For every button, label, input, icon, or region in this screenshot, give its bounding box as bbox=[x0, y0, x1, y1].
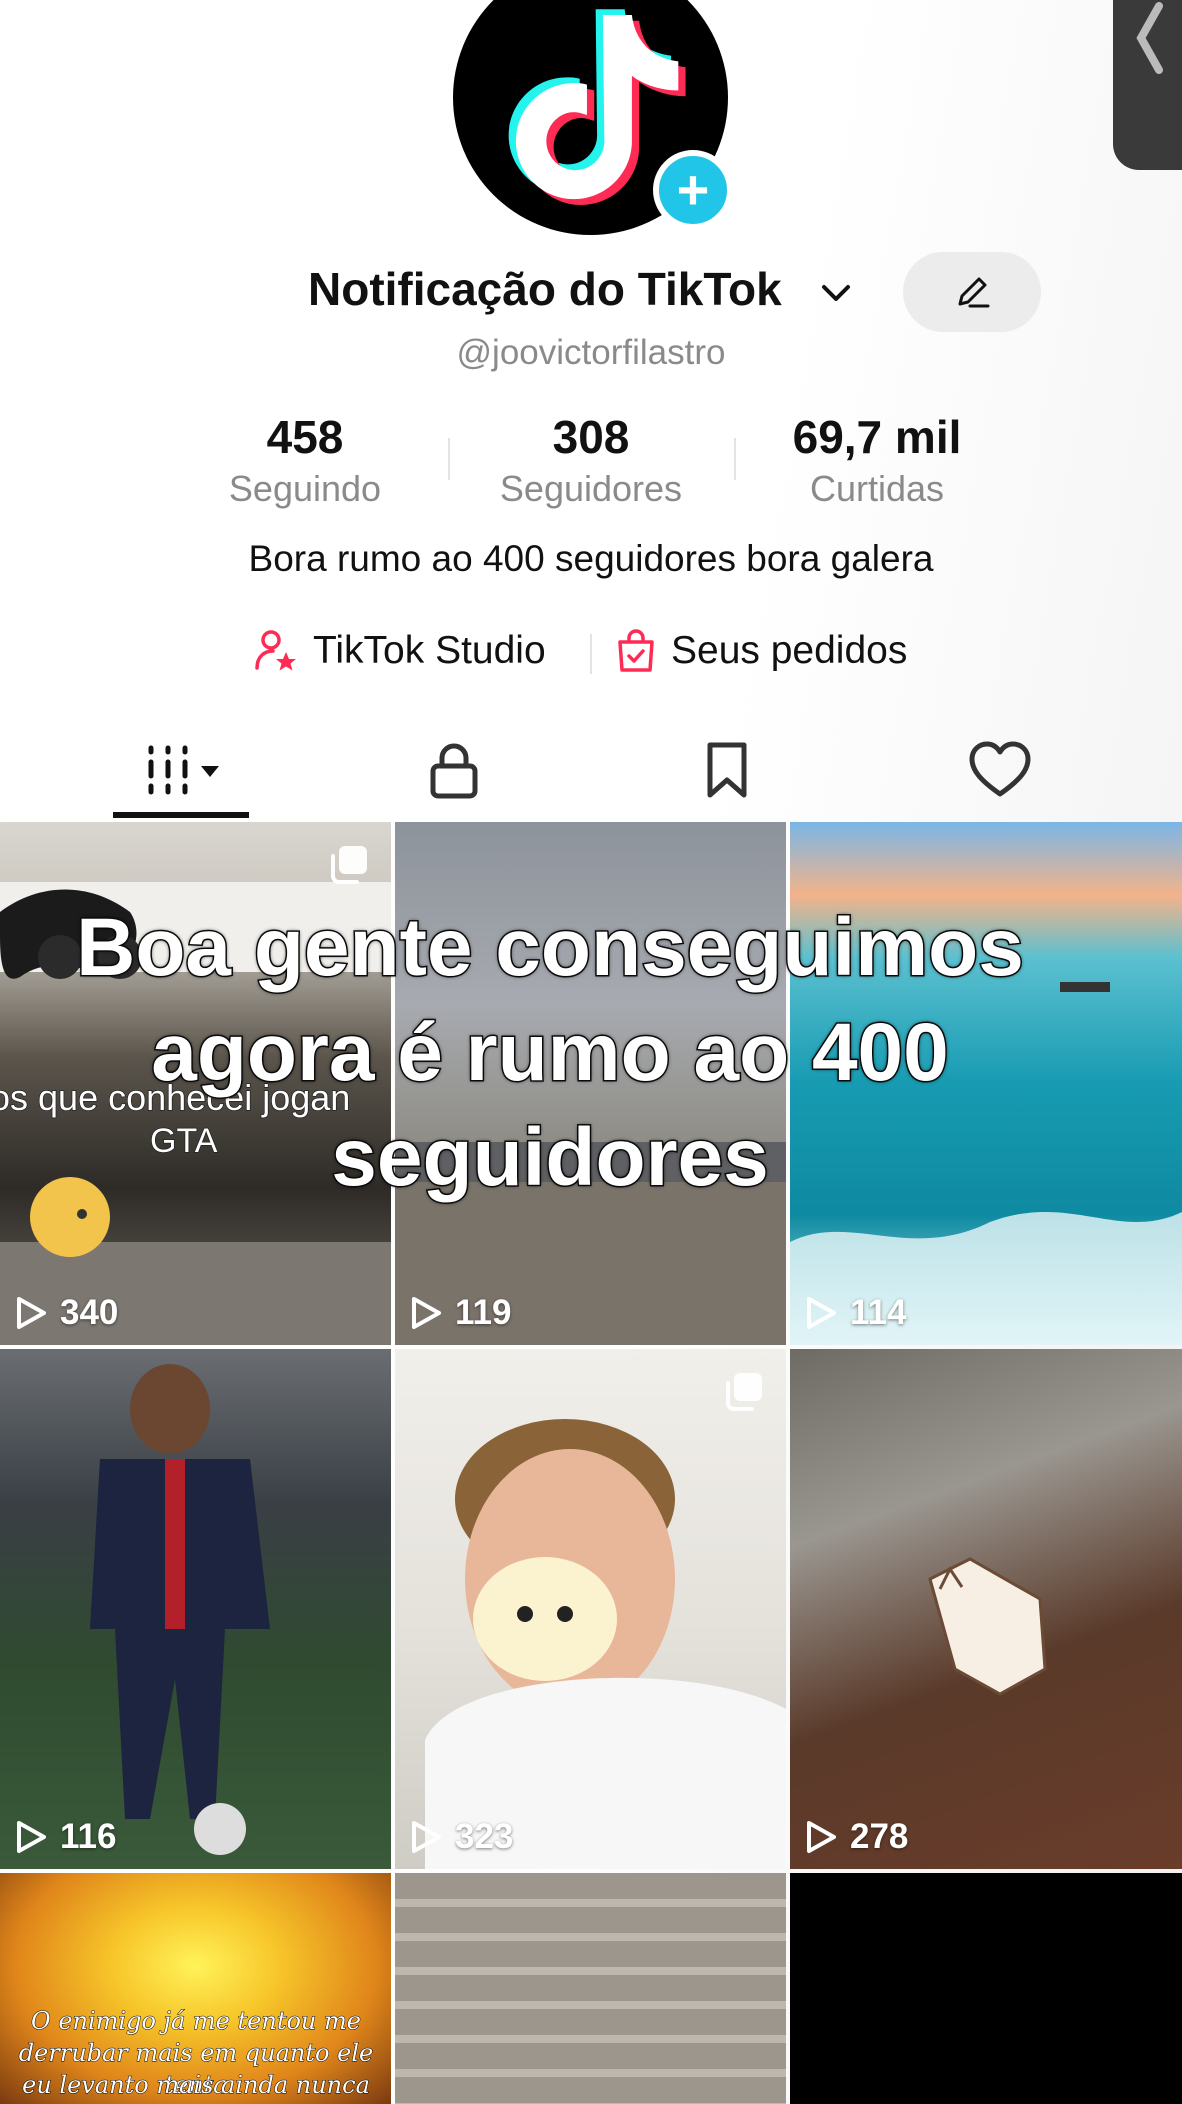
stat-likes[interactable]: 69,7 mil Curtidas bbox=[727, 410, 1027, 510]
play-icon bbox=[17, 1821, 46, 1853]
add-photo-button[interactable]: + bbox=[653, 150, 733, 230]
chevron-down-icon[interactable] bbox=[820, 277, 852, 309]
view-count-value: 119 bbox=[455, 1293, 512, 1332]
stat-following[interactable]: 458 Seguindo bbox=[155, 410, 455, 510]
view-count-value: 114 bbox=[850, 1293, 907, 1332]
tab-liked[interactable] bbox=[910, 730, 1090, 810]
multi-photo-icon bbox=[331, 846, 367, 884]
play-icon bbox=[17, 1297, 46, 1329]
video-thumbnail[interactable]: O enimigo já me tentou me derrubar mais … bbox=[0, 1873, 391, 2104]
selfie-photo-icon bbox=[425, 1419, 786, 1869]
play-icon bbox=[412, 1821, 441, 1853]
play-icon bbox=[807, 1297, 836, 1329]
edit-profile-button[interactable] bbox=[903, 252, 1041, 332]
video-thumbnail[interactable]: 278 bbox=[790, 1349, 1182, 1869]
tiktok-studio-link[interactable]: TikTok Studio bbox=[253, 628, 546, 674]
video-thumbnail[interactable]: 323 bbox=[395, 1349, 786, 1869]
view-count-value: 278 bbox=[850, 1817, 909, 1856]
view-count: 323 bbox=[409, 1817, 513, 1857]
stat-following-label: Seguindo bbox=[228, 468, 382, 509]
stat-following-value: 458 bbox=[266, 411, 344, 463]
profile-tabs bbox=[0, 730, 1182, 820]
video-thumbnail[interactable] bbox=[790, 1873, 1182, 2104]
video-thumbnail[interactable] bbox=[395, 1873, 786, 2104]
stat-followers-label: Seguidores bbox=[499, 468, 683, 509]
play-icon bbox=[412, 1297, 441, 1329]
bookmark-icon bbox=[707, 742, 747, 798]
view-count-value: 116 bbox=[60, 1817, 117, 1856]
stat-likes-value: 69,7 mil bbox=[792, 411, 962, 463]
overlay-caption-line: agora é rumo ao 400 bbox=[150, 1006, 951, 1100]
view-count: 114 bbox=[804, 1293, 906, 1333]
lock-icon bbox=[430, 743, 478, 799]
stat-followers-value: 308 bbox=[552, 411, 630, 463]
profile-bio: Bora rumo ao 400 seguidores bora galera bbox=[248, 538, 934, 579]
overlay-caption: Boa gente conseguimos agora é rumo ao 40… bbox=[0, 895, 1100, 1210]
stat-followers[interactable]: 308 Seguidores bbox=[441, 410, 741, 510]
profile-name[interactable]: Notificação do TikTok bbox=[308, 262, 782, 316]
overlay-caption-line: Boa gente conseguimos bbox=[75, 901, 1026, 995]
view-count: 340 bbox=[14, 1293, 118, 1333]
video-overlay-text: eu levanto mais ainda nunca bbox=[22, 2071, 371, 2100]
video-overlay-text: O enimigo já me tentou me bbox=[31, 2007, 362, 2036]
tab-videos[interactable] bbox=[91, 730, 271, 810]
stat-likes-label: Curtidas bbox=[809, 468, 945, 509]
profile-handle: @joovictorfilastro bbox=[456, 333, 726, 372]
video-thumbnail[interactable]: 116 bbox=[0, 1349, 391, 1869]
heart-icon bbox=[969, 741, 1031, 797]
pencil-icon bbox=[958, 277, 990, 308]
tab-private[interactable] bbox=[364, 730, 544, 810]
shopping-bag-icon bbox=[618, 629, 654, 672]
overlay-caption-line: seguidores bbox=[330, 1111, 770, 1205]
orders-label: Seus pedidos bbox=[671, 629, 908, 672]
videos-grid-icon bbox=[148, 745, 219, 795]
orders-link[interactable]: Seus pedidos bbox=[615, 628, 907, 674]
soccer-player-icon bbox=[90, 1364, 270, 1855]
play-icon bbox=[807, 1821, 836, 1853]
view-count: 278 bbox=[804, 1817, 908, 1857]
view-count: 116 bbox=[14, 1817, 116, 1857]
view-count: 119 bbox=[409, 1293, 511, 1333]
chevron-left-icon bbox=[1136, 2, 1163, 74]
links-divider bbox=[590, 634, 592, 674]
creator-star-icon bbox=[255, 630, 296, 671]
cat-sticker-icon bbox=[928, 1557, 1047, 1696]
view-count-value: 323 bbox=[455, 1817, 514, 1856]
active-tab-indicator bbox=[113, 812, 249, 818]
tab-saved[interactable] bbox=[637, 730, 817, 810]
tiktok-studio-label: TikTok Studio bbox=[313, 629, 546, 672]
side-panel-handle[interactable] bbox=[1113, 0, 1182, 170]
view-count-value: 340 bbox=[60, 1293, 119, 1332]
multi-photo-icon bbox=[726, 1373, 762, 1411]
